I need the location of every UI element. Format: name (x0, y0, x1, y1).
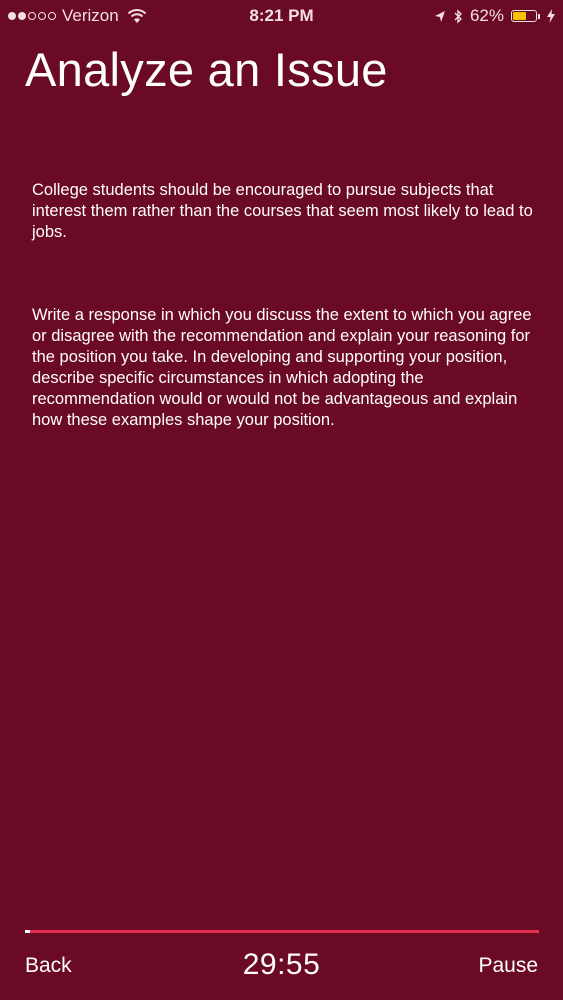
charging-bolt-icon (547, 9, 555, 23)
status-bar-right: 62% (434, 6, 555, 26)
status-bar: Verizon 8:21 PM 62% (0, 0, 563, 32)
issue-instructions: Write a response in which you discuss th… (32, 306, 532, 429)
battery-tip (538, 13, 540, 19)
timer-progress-fill (25, 930, 31, 933)
timer-progress-bar (25, 930, 539, 933)
battery-icon (511, 10, 537, 22)
issue-prompt: College students should be encouraged to… (32, 181, 533, 241)
pause-button[interactable]: Pause (478, 954, 538, 978)
battery-percentage: 62% (469, 6, 504, 25)
bluetooth-icon (454, 8, 462, 24)
page-title: Analyze an Issue (25, 43, 388, 96)
location-arrow-icon (434, 10, 445, 22)
battery-fill (513, 12, 526, 20)
